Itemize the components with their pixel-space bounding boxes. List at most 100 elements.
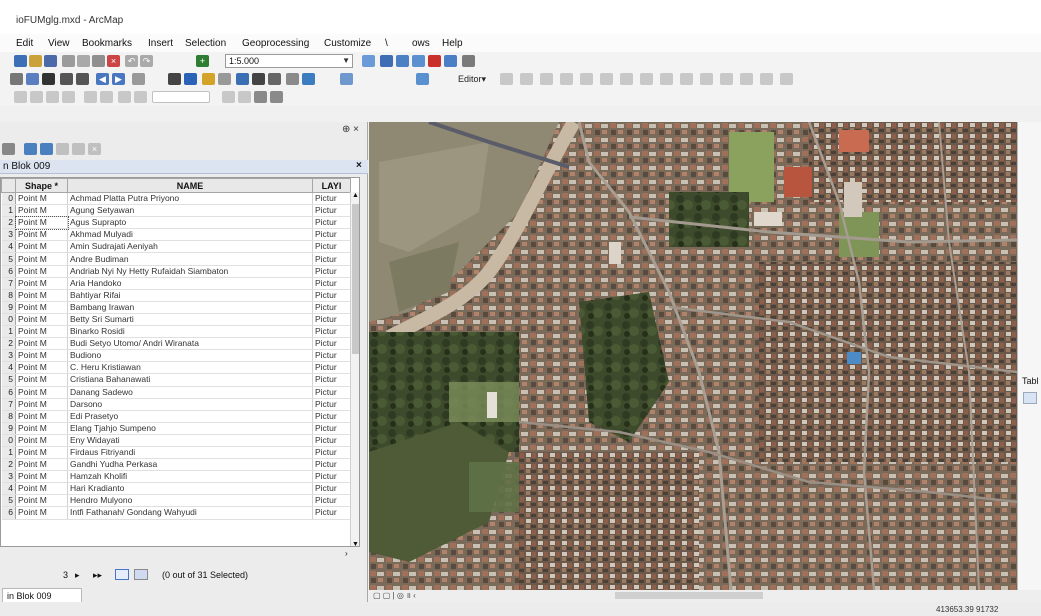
layer-cell[interactable]: Pictur <box>312 446 351 460</box>
row-index-cell[interactable]: 2 <box>1 458 16 472</box>
name-cell[interactable]: Firdaus Fitriyandi <box>67 446 313 460</box>
viewer-window-icon[interactable] <box>302 73 315 85</box>
scroll-up-icon[interactable]: ▲ <box>352 192 359 199</box>
pan-icon[interactable] <box>42 73 55 85</box>
table-row[interactable]: 1 Point M Firdaus Fitriyandi Pictur <box>1 446 351 460</box>
layer-cell[interactable]: Pictur <box>312 337 351 351</box>
row-index-cell[interactable]: 7 <box>1 277 16 290</box>
table-row[interactable]: 7 Point M Aria Handoko Pictur <box>1 277 351 290</box>
shape-cell[interactable]: Point M <box>15 446 68 460</box>
row-index-cell[interactable]: 8 <box>1 289 16 302</box>
add-data-icon[interactable]: + <box>196 55 209 67</box>
name-cell[interactable]: Hendro Mulyono <box>67 494 313 508</box>
shape-cell[interactable]: Point M <box>15 458 68 472</box>
layer-cell[interactable]: Pictur <box>312 361 351 375</box>
snapping-icon[interactable] <box>740 73 753 85</box>
table-row[interactable]: 6 Point M Danang Sadewo Pictur <box>1 386 351 399</box>
new-icon[interactable] <box>14 55 27 67</box>
name-cell[interactable]: Andre Budiman <box>67 252 313 266</box>
layer-cell[interactable]: Pictur <box>312 313 351 327</box>
shape-cell[interactable]: Point M <box>15 349 68 363</box>
zoom-whole-page-icon[interactable] <box>62 91 75 103</box>
delete-icon[interactable]: × <box>107 55 120 67</box>
change-layout-icon[interactable] <box>254 91 267 103</box>
table-row[interactable]: 3 Point M Hamzah Kholifi Pictur <box>1 470 351 484</box>
name-cell[interactable]: Bambang Irawan <box>67 301 313 314</box>
name-cell[interactable]: Elang Tjahjo Sumpeno <box>67 422 313 435</box>
row-index-cell[interactable]: 1 <box>1 325 16 339</box>
shape-cell[interactable]: Point M <box>15 337 68 351</box>
table-row[interactable]: 1 Point M Agung Setyawan Pictur <box>1 204 351 218</box>
create-features-icon[interactable] <box>700 73 713 85</box>
editor-toolbar-icon[interactable] <box>362 55 375 67</box>
clear-selection-icon[interactable] <box>72 143 85 155</box>
row-index-cell[interactable]: 2 <box>1 337 16 351</box>
model-builder-icon[interactable] <box>462 55 475 67</box>
row-index-cell[interactable]: 5 <box>1 494 16 508</box>
view-toggle-icons[interactable]: ▢ ▢ | ◎ ॥ ‹ <box>373 590 416 601</box>
name-cell[interactable]: Danang Sadewo <box>67 386 313 399</box>
table-row[interactable]: 9 Point M Bambang Irawan Pictur <box>1 301 351 314</box>
shape-cell[interactable]: Point M <box>15 313 68 327</box>
map-view[interactable] <box>369 122 1017 590</box>
scroll-down-icon[interactable]: ▼ <box>352 541 359 546</box>
layout-zoom-out-icon[interactable] <box>30 91 43 103</box>
map-scale-combo[interactable]: 1:5.000 ▼ <box>225 54 353 68</box>
table-row[interactable]: 6 Point M Intfi Fathanah/ Gondang Wahyudi P… <box>1 506 351 520</box>
close-icon[interactable]: ⊕ × <box>342 124 359 135</box>
next-record-icon[interactable]: ▸ <box>75 570 80 581</box>
name-cell[interactable]: Eny Widayati <box>67 434 313 447</box>
hyperlink-icon[interactable] <box>202 73 215 85</box>
shape-cell[interactable]: Point M <box>15 434 68 447</box>
layer-cell[interactable]: Pictur <box>312 398 351 411</box>
show-all-records-button[interactable] <box>115 569 129 580</box>
menu-selection[interactable]: Selection <box>185 38 226 49</box>
table-row[interactable]: 8 Point M Bahtiyar Rifai Pictur <box>1 289 351 302</box>
menu-edit[interactable]: Edit <box>16 38 33 49</box>
layer-cell[interactable]: Pictur <box>312 506 351 520</box>
table-vertical-scrollbar[interactable]: ▲ ▼ <box>350 192 359 546</box>
shape-cell[interactable]: Point M <box>15 373 68 387</box>
name-cell[interactable]: Edi Prasetyo <box>67 410 313 423</box>
table-row[interactable]: 5 Point M Hendro Mulyono Pictur <box>1 494 351 508</box>
row-index-cell[interactable]: 1 <box>1 204 16 218</box>
layout-zoom-percent-combo[interactable] <box>152 91 210 103</box>
edit-tool-icon[interactable] <box>500 73 513 85</box>
reshape-icon[interactable] <box>580 73 593 85</box>
table-of-contents-icon[interactable] <box>380 55 393 67</box>
split-icon[interactable] <box>620 73 633 85</box>
table-row[interactable]: 4 Point M Hari Kradianto Pictur <box>1 482 351 496</box>
table-row[interactable]: 1 Point M Binarko Rosidi Pictur <box>1 325 351 339</box>
current-record-number[interactable]: 3 <box>63 570 68 580</box>
shape-cell[interactable]: Point M <box>15 422 68 435</box>
shape-cell[interactable]: Point M <box>15 325 68 339</box>
layer-cell[interactable]: Pictur <box>312 410 351 423</box>
zoom-100-icon[interactable] <box>84 91 97 103</box>
scrollbar-thumb[interactable] <box>352 204 359 354</box>
name-cell[interactable]: Agus Suprapto <box>67 216 313 230</box>
table-row[interactable]: 4 Point M C. Heru Kristiawan Pictur <box>1 361 351 375</box>
table-row[interactable]: 3 Point M Akhmad Mulyadi Pictur <box>1 228 351 242</box>
table-row[interactable]: 5 Point M Cristiana Bahanawati Pictur <box>1 373 351 387</box>
row-index-cell[interactable]: 3 <box>1 228 16 242</box>
shape-cell[interactable]: Point M <box>15 301 68 314</box>
table-row[interactable]: 6 Point M Andriab Nyi Ny Hetty Rufaidah Si… <box>1 265 351 278</box>
table-row[interactable]: 0 Point M Betty Sri Sumarti Pictur <box>1 313 351 327</box>
fixed-zoom-in-icon[interactable] <box>60 73 73 85</box>
layer-cell[interactable]: Pictur <box>312 228 351 242</box>
dock-window-icon[interactable] <box>1023 392 1037 404</box>
python-icon[interactable] <box>444 55 457 67</box>
name-cell[interactable]: Hamzah Kholifi <box>67 470 313 484</box>
straight-segment-icon[interactable] <box>520 73 533 85</box>
shape-cell[interactable]: Point M <box>15 482 68 496</box>
table-horizontal-scrollbar[interactable]: › <box>0 549 360 559</box>
table-row[interactable]: 0 Point M Eny Widayati Pictur <box>1 434 351 447</box>
name-cell[interactable]: Cristiana Bahanawati <box>67 373 313 387</box>
table-toolbar-icon[interactable] <box>416 73 429 85</box>
undo-icon[interactable]: ↶ <box>125 55 138 67</box>
shape-cell[interactable]: Point M <box>15 410 68 423</box>
name-cell[interactable]: Andriab Nyi Ny Hetty Rufaidah Siambaton <box>67 265 313 278</box>
layout-icon[interactable] <box>340 73 353 85</box>
column-header-shape[interactable]: Shape * <box>15 178 68 193</box>
shape-cell[interactable]: Point M <box>15 265 68 278</box>
